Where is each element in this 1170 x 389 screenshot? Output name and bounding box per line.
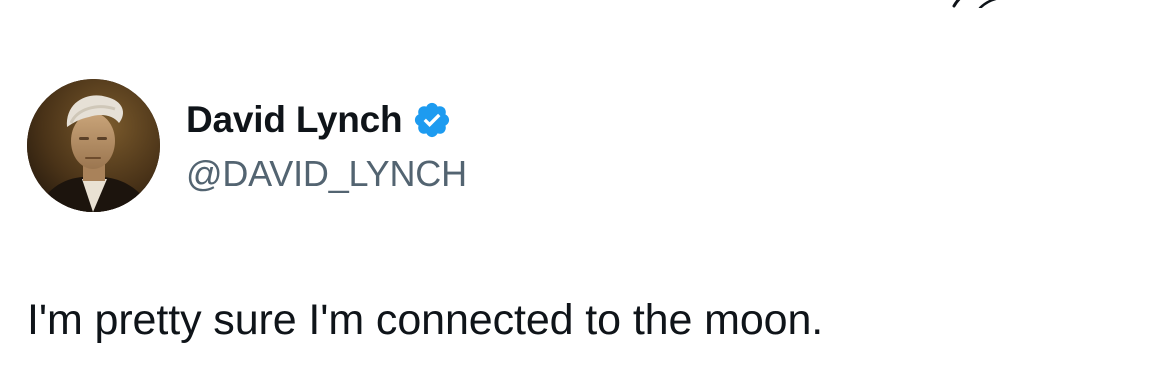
tweet-card: David Lynch @DAVID_LYNCH I'm pretty sure… <box>0 0 1170 389</box>
author-display-name[interactable]: David Lynch <box>186 98 403 142</box>
verified-check-icon <box>415 102 450 138</box>
avatar[interactable] <box>27 79 160 212</box>
tweet-text: I'm pretty sure I'm connected to the moo… <box>27 296 824 344</box>
author-name-row[interactable]: David Lynch <box>186 98 452 142</box>
author-handle[interactable]: @DAVID_LYNCH <box>186 152 467 196</box>
avatar-image <box>27 79 160 212</box>
partial-top-icon <box>952 0 997 8</box>
